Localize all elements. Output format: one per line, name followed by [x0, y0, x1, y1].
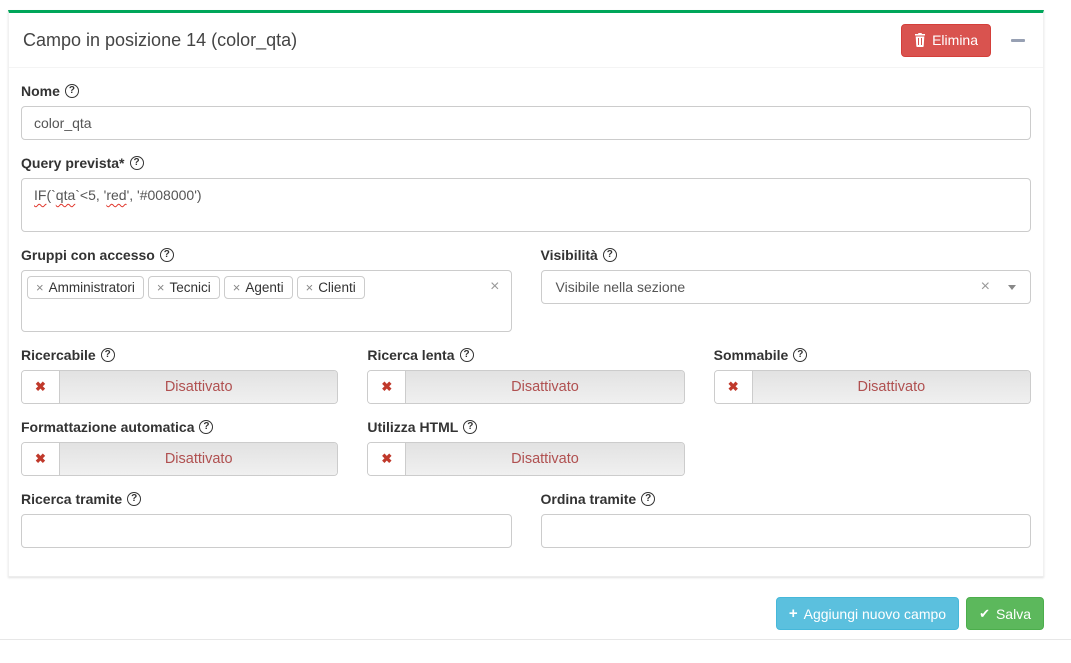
group-tag: × Clienti — [297, 276, 365, 299]
ricerca-lenta-toggle[interactable]: ✖ Disattivato — [367, 370, 684, 404]
utilizza-html-label-text: Utilizza HTML — [367, 419, 458, 435]
x-icon: ✖ — [728, 379, 739, 395]
group-tag-label: Clienti — [318, 280, 356, 295]
save-button-label: Salva — [996, 606, 1031, 622]
minus-icon — [1011, 39, 1025, 42]
ordina-tramite-input[interactable] — [541, 514, 1032, 548]
visibilita-value: Visibile nella sezione — [556, 279, 981, 295]
x-icon: ✖ — [35, 379, 46, 395]
help-icon[interactable]: ? — [65, 84, 79, 98]
query-input[interactable]: IF(`qta`<5, 'red', '#008000') — [21, 178, 1031, 232]
nome-label-text: Nome — [21, 83, 60, 99]
page-title: Campo in posizione 14 (color_qta) — [23, 30, 297, 51]
help-icon[interactable]: ? — [101, 348, 115, 362]
group-tag-label: Amministratori — [49, 280, 135, 295]
ricerca-lenta-label: Ricerca lenta ? — [367, 347, 684, 363]
help-icon[interactable]: ? — [160, 248, 174, 262]
visibilita-select[interactable]: Visibile nella sezione × — [541, 270, 1032, 304]
visibilita-label: Visibilità ? — [541, 247, 1032, 263]
nome-input[interactable] — [21, 106, 1031, 140]
divider — [0, 639, 1071, 640]
toggle-state-label: Disattivato — [60, 371, 337, 403]
help-icon[interactable]: ? — [127, 492, 141, 506]
group-tag: × Agenti — [224, 276, 293, 299]
x-icon: ✖ — [35, 451, 46, 467]
sommabile-toggle[interactable]: ✖ Disattivato — [714, 370, 1031, 404]
utilizza-html-label: Utilizza HTML ? — [367, 419, 684, 435]
delete-button[interactable]: Elimina — [901, 24, 991, 57]
remove-tag-icon[interactable]: × — [157, 281, 165, 294]
ricercabile-group: Ricercabile ? ✖ Disattivato — [21, 347, 338, 404]
help-icon[interactable]: ? — [641, 492, 655, 506]
ordina-tramite-label: Ordina tramite ? — [541, 491, 1032, 507]
card-header: Campo in posizione 14 (color_qta) Elimin… — [9, 13, 1043, 68]
save-button[interactable]: ✔ Salva — [966, 597, 1044, 630]
trash-icon — [914, 33, 926, 47]
ricercabile-label: Ricercabile ? — [21, 347, 338, 363]
ordina-tramite-group: Ordina tramite ? — [541, 491, 1032, 548]
utilizza-html-toggle[interactable]: ✖ Disattivato — [367, 442, 684, 476]
x-icon: ✖ — [381, 379, 392, 395]
ricerca-tramite-input[interactable] — [21, 514, 512, 548]
help-icon[interactable]: ? — [603, 248, 617, 262]
gruppi-group: Gruppi con accesso ? × Amministratori × Tec… — [21, 247, 512, 332]
collapse-button[interactable] — [1005, 27, 1031, 53]
visibilita-group: Visibilità ? Visibile nella sezione × — [541, 247, 1032, 332]
remove-tag-icon[interactable]: × — [306, 281, 314, 294]
ricerca-lenta-group: Ricerca lenta ? ✖ Disattivato — [367, 347, 684, 404]
add-field-button[interactable]: + Aggiungi nuovo campo — [776, 597, 959, 630]
formattazione-group: Formattazione automatica ? ✖ Disattivato — [21, 419, 338, 476]
footer-actions: + Aggiungi nuovo campo ✔ Salva — [8, 597, 1044, 630]
ricerca-tramite-label-text: Ricerca tramite — [21, 491, 122, 507]
help-icon[interactable]: ? — [463, 420, 477, 434]
group-tag: × Tecnici — [148, 276, 220, 299]
chevron-down-icon[interactable] — [1008, 285, 1016, 290]
help-icon[interactable]: ? — [130, 156, 144, 170]
check-icon: ✔ — [979, 607, 990, 620]
help-icon[interactable]: ? — [199, 420, 213, 434]
group-tag: × Amministratori — [27, 276, 144, 299]
clear-selection-icon[interactable]: × — [981, 278, 990, 296]
remove-tag-icon[interactable]: × — [233, 281, 241, 294]
help-icon[interactable]: ? — [460, 348, 474, 362]
sommabile-label-text: Sommabile — [714, 347, 789, 363]
ordina-tramite-label-text: Ordina tramite — [541, 491, 637, 507]
formattazione-label: Formattazione automatica ? — [21, 419, 338, 435]
ricercabile-label-text: Ricercabile — [21, 347, 96, 363]
add-field-button-label: Aggiungi nuovo campo — [804, 606, 946, 622]
remove-tag-icon[interactable]: × — [36, 281, 44, 294]
query-label-text: Query prevista* — [21, 155, 125, 171]
delete-button-label: Elimina — [932, 32, 978, 48]
sommabile-label: Sommabile ? — [714, 347, 1031, 363]
gruppi-label-text: Gruppi con accesso — [21, 247, 155, 263]
formattazione-label-text: Formattazione automatica — [21, 419, 194, 435]
gruppi-label: Gruppi con accesso ? — [21, 247, 512, 263]
query-label: Query prevista* ? — [21, 155, 1031, 171]
query-group: Query prevista* ? IF(`qta`<5, 'red', '#0… — [21, 155, 1031, 232]
field-card: Campo in posizione 14 (color_qta) Elimin… — [8, 10, 1044, 577]
toggle-state-label: Disattivato — [753, 371, 1030, 403]
gruppi-multiselect[interactable]: × Amministratori × Tecnici × Agenti × Clienti × — [21, 270, 512, 332]
toggle-state-label: Disattivato — [60, 443, 337, 475]
nome-group: Nome ? — [21, 83, 1031, 140]
group-tag-label: Tecnici — [169, 280, 210, 295]
group-tag-label: Agenti — [245, 280, 283, 295]
utilizza-html-group: Utilizza HTML ? ✖ Disattivato — [367, 419, 684, 476]
ricerca-tramite-label: Ricerca tramite ? — [21, 491, 512, 507]
sommabile-group: Sommabile ? ✖ Disattivato — [714, 347, 1031, 404]
ricerca-lenta-label-text: Ricerca lenta — [367, 347, 454, 363]
nome-label: Nome ? — [21, 83, 1031, 99]
toggle-state-label: Disattivato — [406, 443, 683, 475]
ricerca-tramite-group: Ricerca tramite ? — [21, 491, 512, 548]
x-icon: ✖ — [381, 451, 392, 467]
help-icon[interactable]: ? — [793, 348, 807, 362]
card-body: Nome ? Query prevista* ? IF(`qta`<5, 're… — [9, 68, 1043, 576]
formattazione-toggle[interactable]: ✖ Disattivato — [21, 442, 338, 476]
plus-icon: + — [789, 606, 798, 621]
ricercabile-toggle[interactable]: ✖ Disattivato — [21, 370, 338, 404]
clear-selection-icon[interactable]: × — [490, 279, 499, 295]
group-tags: × Amministratori × Tecnici × Agenti × Clienti — [27, 276, 481, 299]
toggle-state-label: Disattivato — [406, 371, 683, 403]
visibilita-label-text: Visibilità — [541, 247, 598, 263]
